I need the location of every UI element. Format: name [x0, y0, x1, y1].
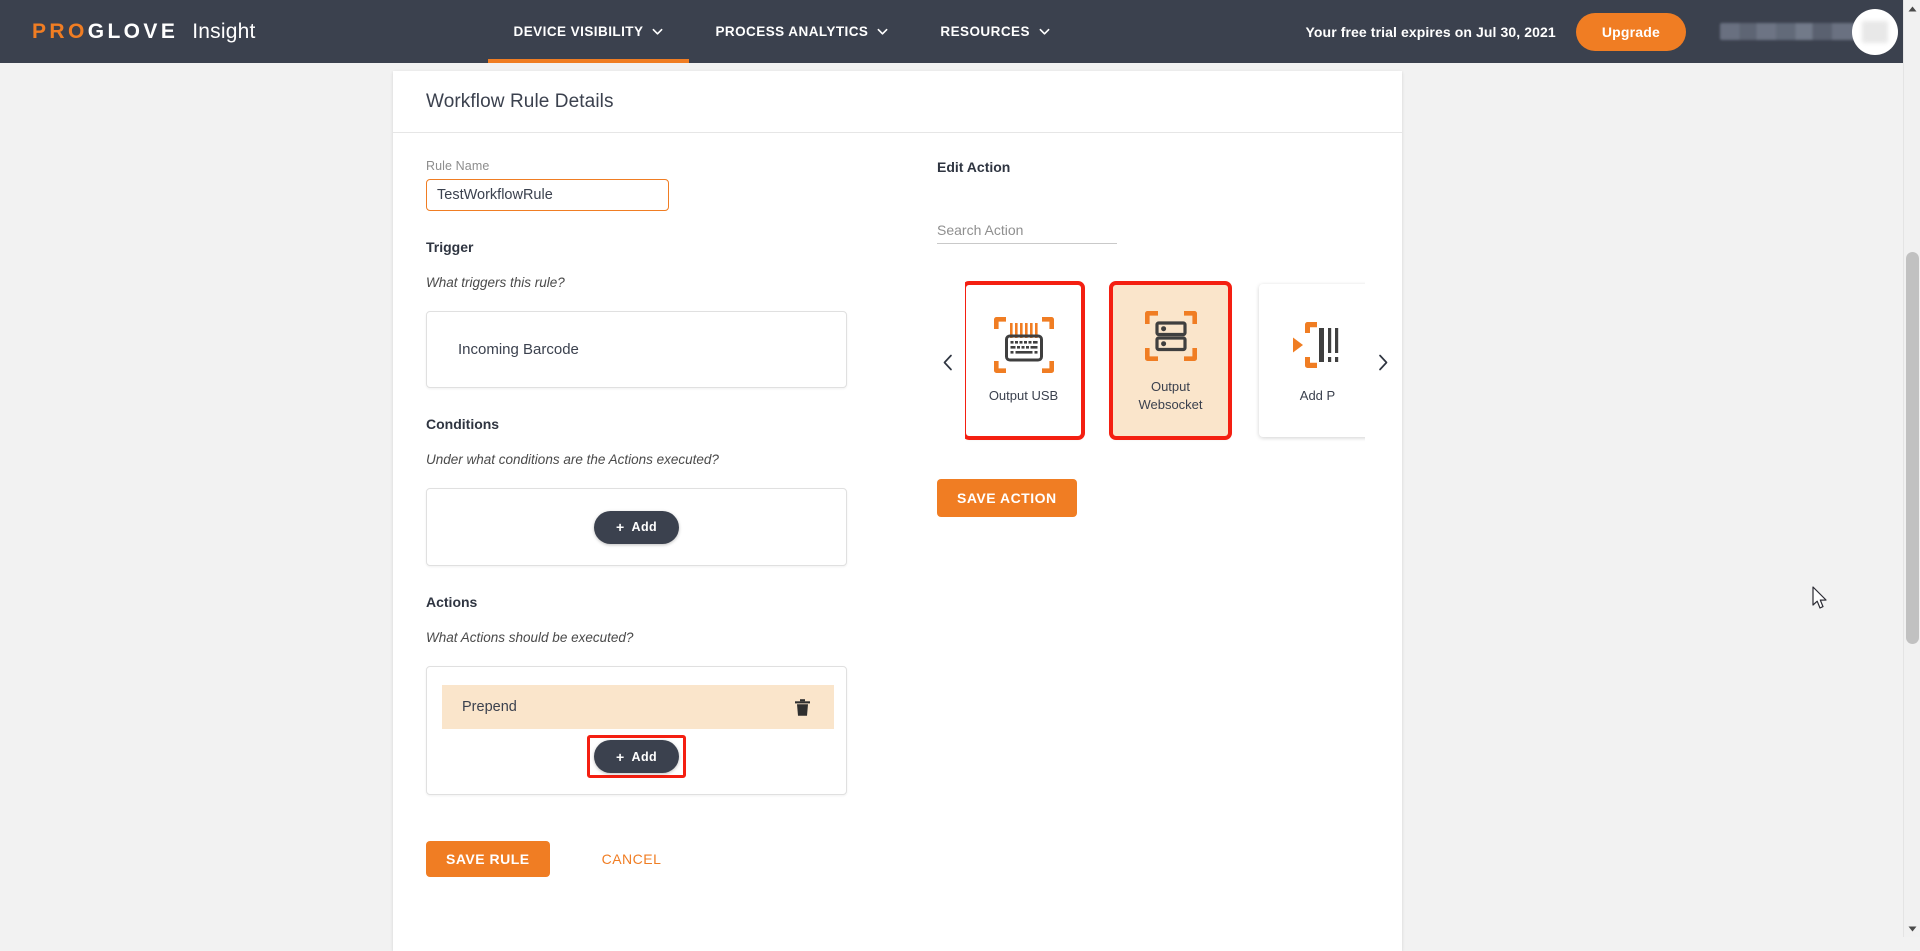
avatar-image	[1862, 20, 1888, 43]
nav-right-group: Your free trial expires on Jul 30, 2021 …	[1305, 8, 1898, 55]
workflow-rule-details-card: Workflow Rule Details Rule Name Trigger …	[393, 71, 1402, 951]
trigger-section-title: Trigger	[426, 239, 474, 255]
brand-pro-text: PRO	[32, 19, 88, 43]
carousel-viewport: Output USB Output Websocket Add P	[965, 278, 1365, 447]
add-action-highlight: + Add	[586, 735, 687, 778]
add-prefix-barcode-icon	[1287, 316, 1349, 374]
rule-definition-column: Rule Name Trigger What triggers this rul…	[393, 159, 885, 913]
nav-item-device-visibility[interactable]: DEVICE VISIBILITY	[487, 0, 690, 63]
main-nav-items: DEVICE VISIBILITY PROCESS ANALYTICS RESO…	[487, 0, 1076, 63]
user-menu[interactable]	[1720, 8, 1898, 55]
card-footer-buttons: SAVE RULE CANCEL	[426, 841, 885, 913]
chevron-down-icon	[1039, 26, 1050, 37]
trial-expiry-notice: Your free trial expires on Jul 30, 2021	[1305, 23, 1556, 40]
action-list-item[interactable]: Prepend	[442, 685, 834, 729]
edit-action-title: Edit Action	[937, 159, 1011, 175]
nav-item-process-analytics[interactable]: PROCESS ANALYTICS	[689, 0, 914, 63]
carousel-track: Output USB Output Websocket Add P	[965, 281, 1365, 440]
action-card-label: Add P	[1299, 388, 1336, 404]
action-item-name: Prepend	[462, 699, 517, 715]
page-title: Workflow Rule Details	[426, 90, 614, 112]
chevron-down-icon	[877, 26, 888, 37]
cancel-button[interactable]: CANCEL	[602, 851, 662, 867]
scrollbar-thumb[interactable]	[1906, 252, 1919, 644]
nav-item-label: PROCESS ANALYTICS	[715, 24, 869, 39]
action-card-add-prefix[interactable]: Add P	[1259, 284, 1365, 437]
actions-section-title: Actions	[426, 594, 478, 610]
add-condition-label: Add	[631, 520, 658, 534]
action-card-label: Output USB	[988, 388, 1059, 404]
brand-product-text: Insight	[192, 19, 256, 43]
top-navigation-bar: PRO GLOVE Insight DEVICE VISIBILITY PROCE…	[0, 0, 1920, 63]
nav-item-label: RESOURCES	[940, 24, 1030, 39]
rule-name-label: Rule Name	[426, 159, 490, 173]
trash-icon[interactable]	[794, 698, 811, 717]
add-action-wrapper: + Add	[427, 729, 846, 794]
action-card-output-websocket[interactable]: Output Websocket	[1109, 281, 1232, 440]
action-card-output-usb[interactable]: Output USB	[965, 281, 1085, 440]
brand-glove-text: GLOVE	[87, 19, 179, 43]
save-action-button[interactable]: SAVE ACTION	[937, 479, 1077, 517]
chevron-left-icon[interactable]	[937, 352, 959, 374]
plus-icon: +	[615, 748, 625, 765]
edit-action-column: Edit Action Search Action Output USB Out…	[885, 159, 1387, 913]
server-scan-icon	[1140, 307, 1202, 365]
scroll-up-arrow-icon[interactable]	[1904, 0, 1920, 17]
search-action-input[interactable]	[937, 217, 1117, 244]
action-carousel: Output USB Output Websocket Add P	[937, 278, 1407, 447]
user-name-redacted	[1720, 23, 1860, 40]
save-rule-button[interactable]: SAVE RULE	[426, 841, 550, 877]
add-action-label: Add	[631, 749, 658, 764]
page-body: Workflow Rule Details Rule Name Trigger …	[0, 63, 1920, 951]
barcode-keyboard-icon	[993, 316, 1055, 374]
conditions-section-question: Under what conditions are the Actions ex…	[426, 452, 719, 467]
nav-item-resources[interactable]: RESOURCES	[914, 0, 1076, 63]
nav-item-label: DEVICE VISIBILITY	[513, 24, 644, 39]
actions-dropbox: Prepend + Add	[426, 666, 847, 795]
card-body: Rule Name Trigger What triggers this rul…	[393, 133, 1402, 913]
upgrade-button[interactable]: Upgrade	[1575, 12, 1686, 51]
trigger-dropbox[interactable]: Incoming Barcode	[426, 311, 847, 388]
card-header: Workflow Rule Details	[393, 71, 1402, 133]
action-card-label: Output Websocket	[1138, 379, 1203, 412]
actions-section-question: What Actions should be executed?	[426, 630, 634, 645]
chevron-right-icon[interactable]	[1371, 352, 1393, 374]
trigger-value: Incoming Barcode	[458, 341, 579, 358]
add-action-button[interactable]: + Add	[593, 740, 680, 773]
brand-logo[interactable]: PRO GLOVE Insight	[32, 20, 256, 44]
plus-icon: +	[615, 519, 625, 535]
avatar[interactable]	[1852, 8, 1898, 55]
page-scrollbar[interactable]	[1903, 0, 1920, 937]
add-condition-button[interactable]: + Add	[593, 510, 680, 544]
conditions-section-title: Conditions	[426, 416, 500, 432]
conditions-dropbox: + Add	[426, 488, 847, 566]
chevron-down-icon	[652, 26, 663, 37]
scroll-down-arrow-icon[interactable]	[1904, 920, 1920, 937]
rule-name-input[interactable]	[426, 179, 669, 211]
trigger-section-question: What triggers this rule?	[426, 275, 565, 290]
